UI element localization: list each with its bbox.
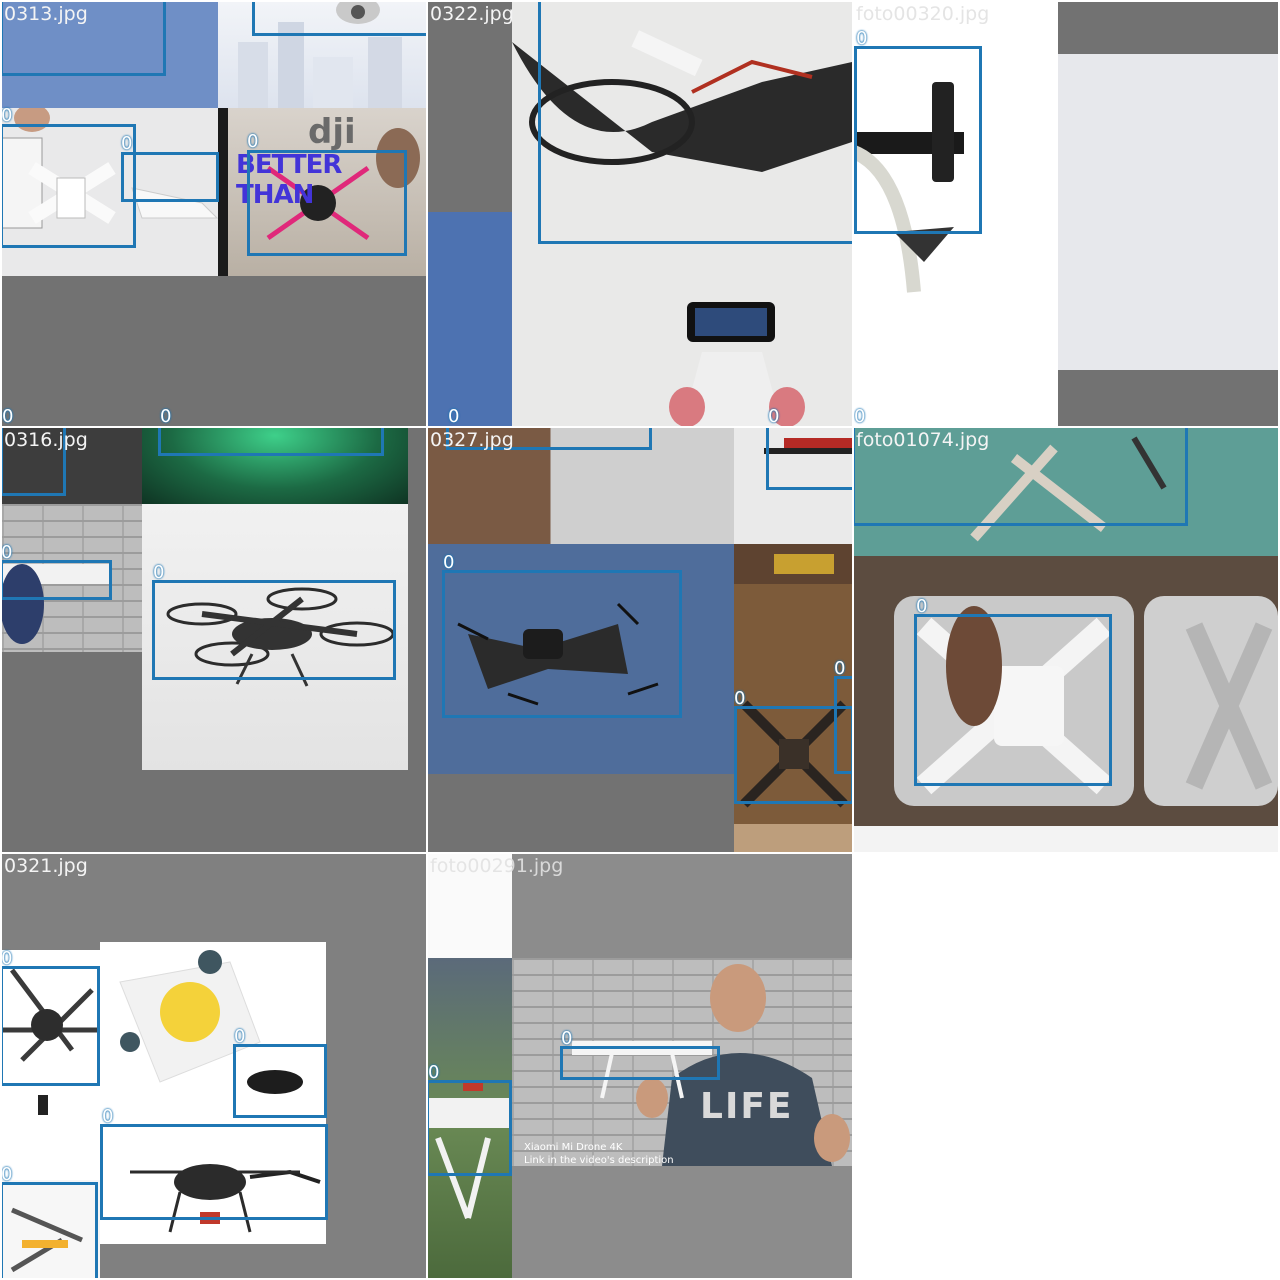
tile-filename: 0322.jpg bbox=[430, 3, 514, 25]
detection-box bbox=[158, 428, 384, 456]
detection-box bbox=[152, 580, 396, 680]
detection-box bbox=[560, 1046, 720, 1080]
mosaic-tile-0327: 0 0 0 0327.jpg bbox=[428, 428, 852, 852]
mosaic-tile-0322: 0 0 0322.jpg bbox=[428, 2, 852, 426]
detection-label: 0 bbox=[834, 658, 846, 679]
detection-label: 0 bbox=[448, 406, 460, 426]
detection-label: 0 bbox=[2, 542, 13, 563]
mosaic-tile-0321: 0 0 0 0 0321.jpg bbox=[2, 854, 426, 1278]
tile-filename: 0321.jpg bbox=[4, 855, 88, 877]
detection-label: 0 bbox=[734, 688, 746, 709]
detection-box bbox=[121, 152, 219, 202]
photo-blue-strip bbox=[428, 212, 512, 426]
detection-box bbox=[2, 1182, 98, 1278]
detection-label: 0 bbox=[102, 1106, 114, 1127]
detection-label: 0 bbox=[561, 1028, 573, 1049]
detection-label: 0 bbox=[2, 948, 13, 969]
detection-box bbox=[100, 1124, 328, 1220]
mosaic-tile-0316: 0 0 0316.jpg bbox=[2, 428, 426, 852]
tile-filename: foto00320.jpg bbox=[856, 3, 990, 25]
photo-bottom-strip bbox=[854, 826, 1278, 852]
detection-label: 0 bbox=[234, 1026, 246, 1047]
detection-box bbox=[854, 46, 982, 234]
detection-label: 0 bbox=[153, 562, 165, 583]
video-caption-title: Xiaomi Mi Drone 4K bbox=[524, 1142, 623, 1153]
detection-box bbox=[766, 428, 852, 490]
detection-box bbox=[2, 124, 136, 248]
detection-label: 0 bbox=[428, 1062, 440, 1083]
detection-box bbox=[442, 570, 682, 718]
detection-label: 0 bbox=[121, 133, 133, 154]
mosaic-tile-0313: dji BETTER THAN 0 0 0 0 0 0313.jpg bbox=[2, 2, 426, 426]
detection-box bbox=[428, 1080, 512, 1176]
detection-label: 0 bbox=[856, 28, 868, 49]
mosaic-tile-foto00320: 0 0 foto00320.jpg bbox=[854, 2, 1278, 426]
detection-box bbox=[734, 706, 852, 804]
detection-label: 0 bbox=[2, 105, 13, 126]
detection-label: 0 bbox=[247, 131, 259, 152]
detection-box bbox=[252, 2, 426, 36]
dji-logo: dji bbox=[308, 112, 356, 152]
detection-box bbox=[914, 614, 1112, 786]
tile-filename: 0327.jpg bbox=[430, 429, 514, 451]
mosaic-tile-foto00291: LIFE Xiaomi Mi Drone 4K Link in the vide… bbox=[428, 854, 852, 1278]
shirt-text: LIFE bbox=[700, 1086, 794, 1127]
video-caption-link: Link in the video's description bbox=[524, 1155, 674, 1166]
mosaic-tile-foto01074: 0 foto01074.jpg bbox=[854, 428, 1278, 852]
detection-label: 0 bbox=[916, 596, 928, 617]
detection-label: 0 bbox=[443, 552, 455, 573]
tile-filename: foto00291.jpg bbox=[430, 855, 564, 877]
detection-label: 0 bbox=[854, 406, 866, 426]
detection-box bbox=[233, 1044, 327, 1118]
detection-label: 0 bbox=[768, 406, 780, 426]
detection-box bbox=[247, 150, 407, 256]
tile-filename: 0313.jpg bbox=[4, 3, 88, 25]
tile-filename: 0316.jpg bbox=[4, 429, 88, 451]
photo-light-gray bbox=[1058, 54, 1278, 370]
detection-label: 0 bbox=[2, 406, 14, 426]
tile-filename: foto01074.jpg bbox=[856, 429, 990, 451]
detection-box bbox=[2, 966, 100, 1086]
detection-label: 0 bbox=[2, 1164, 13, 1185]
detection-label: 0 bbox=[160, 406, 172, 426]
detection-box bbox=[538, 2, 852, 244]
detection-box bbox=[2, 560, 112, 600]
